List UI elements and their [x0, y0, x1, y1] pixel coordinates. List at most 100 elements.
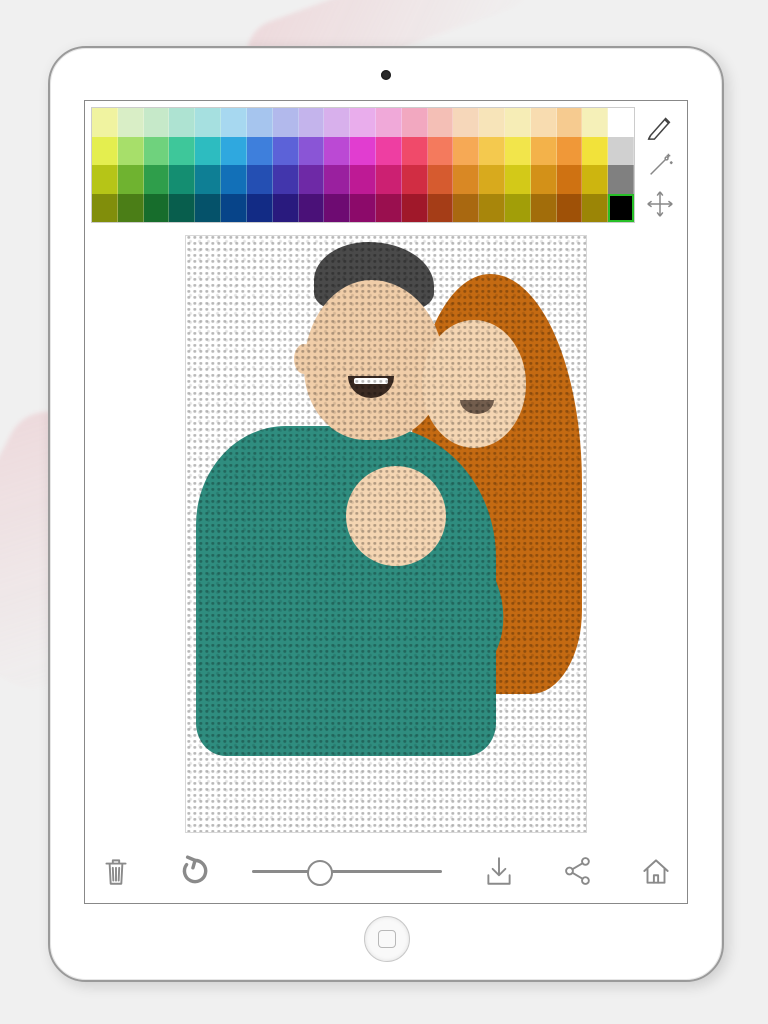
- share-button[interactable]: [557, 850, 599, 892]
- color-swatch[interactable]: [118, 165, 144, 194]
- color-swatch[interactable]: [324, 137, 350, 166]
- color-swatch[interactable]: [582, 194, 608, 223]
- color-swatch[interactable]: [247, 108, 273, 137]
- download-button[interactable]: [478, 850, 520, 892]
- color-swatch[interactable]: [92, 194, 118, 223]
- color-swatch[interactable]: [376, 165, 402, 194]
- color-swatch[interactable]: [195, 165, 221, 194]
- color-swatch[interactable]: [273, 108, 299, 137]
- color-swatch[interactable]: [402, 194, 428, 223]
- color-swatch[interactable]: [582, 165, 608, 194]
- color-swatch[interactable]: [144, 165, 170, 194]
- magic-wand-tool-button[interactable]: [643, 148, 677, 182]
- color-swatch[interactable]: [195, 108, 221, 137]
- color-swatch[interactable]: [195, 137, 221, 166]
- move-icon: [645, 189, 675, 219]
- color-swatch[interactable]: [402, 165, 428, 194]
- color-swatch[interactable]: [479, 165, 505, 194]
- color-swatch[interactable]: [144, 194, 170, 223]
- color-swatch[interactable]: [505, 194, 531, 223]
- color-swatch[interactable]: [505, 108, 531, 137]
- color-swatch[interactable]: [608, 108, 634, 137]
- color-swatch[interactable]: [350, 194, 376, 223]
- color-swatch[interactable]: [402, 137, 428, 166]
- color-swatch[interactable]: [273, 194, 299, 223]
- color-swatch[interactable]: [557, 165, 583, 194]
- pencil-tool-button[interactable]: [643, 109, 677, 143]
- color-swatch[interactable]: [350, 165, 376, 194]
- color-swatch[interactable]: [582, 108, 608, 137]
- color-swatch[interactable]: [557, 194, 583, 223]
- color-swatch[interactable]: [247, 194, 273, 223]
- color-swatch[interactable]: [195, 194, 221, 223]
- color-swatch[interactable]: [118, 194, 144, 223]
- color-swatch[interactable]: [92, 137, 118, 166]
- home-button[interactable]: [635, 850, 677, 892]
- color-swatch[interactable]: [557, 137, 583, 166]
- color-swatch[interactable]: [453, 108, 479, 137]
- color-swatch[interactable]: [144, 108, 170, 137]
- color-swatch[interactable]: [531, 165, 557, 194]
- color-swatch[interactable]: [479, 194, 505, 223]
- color-swatch[interactable]: [273, 137, 299, 166]
- tablet-home-button[interactable]: [364, 916, 410, 962]
- drawing-canvas[interactable]: [185, 235, 587, 833]
- color-swatch[interactable]: [144, 137, 170, 166]
- color-swatch[interactable]: [299, 137, 325, 166]
- color-swatch[interactable]: [92, 108, 118, 137]
- color-swatch[interactable]: [428, 137, 454, 166]
- color-swatch[interactable]: [505, 165, 531, 194]
- color-swatch[interactable]: [376, 108, 402, 137]
- color-swatch[interactable]: [428, 165, 454, 194]
- color-swatch[interactable]: [169, 165, 195, 194]
- color-swatch[interactable]: [324, 194, 350, 223]
- color-swatch[interactable]: [376, 194, 402, 223]
- color-swatch[interactable]: [428, 194, 454, 223]
- move-tool-button[interactable]: [643, 187, 677, 221]
- color-swatch[interactable]: [453, 194, 479, 223]
- color-swatch[interactable]: [531, 137, 557, 166]
- color-swatch[interactable]: [479, 137, 505, 166]
- color-swatch[interactable]: [324, 165, 350, 194]
- color-swatch[interactable]: [453, 165, 479, 194]
- color-swatch[interactable]: [350, 137, 376, 166]
- color-swatch[interactable]: [402, 108, 428, 137]
- color-swatch[interactable]: [247, 137, 273, 166]
- color-swatch[interactable]: [92, 165, 118, 194]
- color-swatch[interactable]: [169, 108, 195, 137]
- color-swatch[interactable]: [453, 137, 479, 166]
- color-swatch[interactable]: [608, 165, 634, 194]
- color-swatch[interactable]: [247, 165, 273, 194]
- color-swatch[interactable]: [299, 165, 325, 194]
- color-swatch[interactable]: [299, 108, 325, 137]
- brush-size-slider[interactable]: [252, 850, 442, 892]
- color-swatch[interactable]: [169, 137, 195, 166]
- color-swatch[interactable]: [428, 108, 454, 137]
- color-swatch[interactable]: [169, 194, 195, 223]
- color-swatch[interactable]: [221, 194, 247, 223]
- color-swatch[interactable]: [118, 108, 144, 137]
- color-swatch[interactable]: [582, 137, 608, 166]
- color-swatch[interactable]: [479, 108, 505, 137]
- color-swatch[interactable]: [531, 108, 557, 137]
- trash-button[interactable]: [95, 850, 137, 892]
- bottom-toolbar: [95, 845, 677, 897]
- color-swatch[interactable]: [608, 137, 634, 166]
- palette-row: [92, 108, 634, 137]
- tablet-camera: [381, 70, 391, 80]
- color-swatch[interactable]: [221, 108, 247, 137]
- color-swatch[interactable]: [324, 108, 350, 137]
- color-swatch[interactable]: [376, 137, 402, 166]
- color-swatch[interactable]: [221, 137, 247, 166]
- color-swatch[interactable]: [505, 137, 531, 166]
- color-swatch[interactable]: [557, 108, 583, 137]
- color-swatch[interactable]: [118, 137, 144, 166]
- color-swatch[interactable]: [608, 194, 634, 223]
- undo-button[interactable]: [173, 850, 215, 892]
- color-swatch[interactable]: [350, 108, 376, 137]
- color-swatch[interactable]: [221, 165, 247, 194]
- color-swatch[interactable]: [273, 165, 299, 194]
- color-swatch[interactable]: [531, 194, 557, 223]
- slider-thumb[interactable]: [307, 860, 333, 886]
- color-swatch[interactable]: [299, 194, 325, 223]
